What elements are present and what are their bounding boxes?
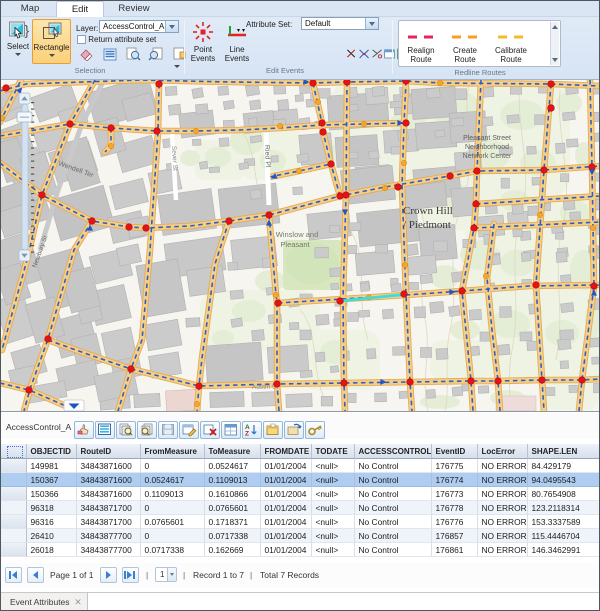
svg-text:Network Center: Network Center — [463, 153, 512, 160]
svg-text:Pleasant: Pleasant — [280, 240, 310, 249]
svg-text:/ Piedmont: / Piedmont — [403, 219, 451, 231]
svg-text:Sever St: Sever St — [170, 146, 178, 171]
svg-text:}: } — [25, 22, 30, 38]
svg-text:Z: Z — [245, 431, 249, 438]
svg-text:Winslow and: Winslow and — [276, 230, 319, 239]
svg-text:Ried Pl: Ried Pl — [263, 145, 271, 168]
svg-text:Pleasant Street: Pleasant Street — [463, 135, 511, 142]
svg-text:Neighborhood: Neighborhood — [465, 144, 509, 151]
svg-text:Crown Hill: Crown Hill — [403, 205, 453, 217]
